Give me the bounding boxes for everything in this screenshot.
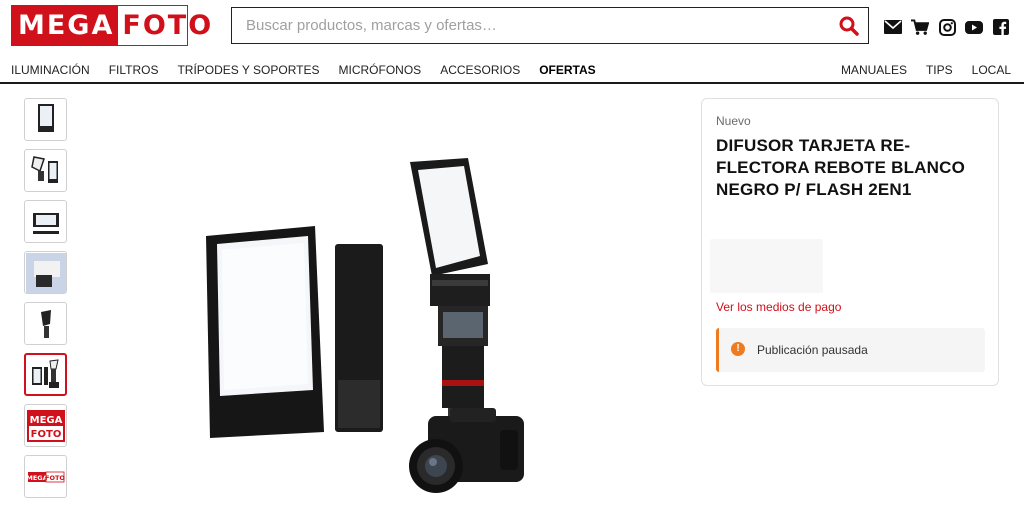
payment-methods-link[interactable]: Ver los medios de pago: [716, 300, 841, 314]
warning-icon: !: [731, 342, 745, 356]
logo-text-foto: FOTO: [122, 10, 214, 41]
youtube-icon[interactable]: [965, 18, 983, 36]
nav-item-tips[interactable]: TIPS: [926, 63, 953, 77]
thumbnail-6-selected[interactable]: [24, 353, 67, 396]
site-header: MEGA FOTO ILUMINACIÓN FILTROS T: [0, 0, 1024, 84]
cart-icon[interactable]: [911, 18, 929, 36]
nav-item-local[interactable]: LOCAL: [972, 63, 1011, 77]
nav-item-tripodes[interactable]: TRÍPODES Y SOPORTES: [177, 63, 319, 77]
svg-text:MEGA: MEGA: [29, 415, 62, 426]
logo-text-mega: MEGA: [12, 6, 119, 45]
search-icon: [839, 16, 859, 36]
price-placeholder: [710, 239, 823, 293]
thumbnail-gallery: MEGA FOTO MEGA FOTO: [24, 98, 67, 506]
megafoto-logo[interactable]: MEGA FOTO: [11, 5, 211, 46]
product-main-image[interactable]: [180, 140, 560, 506]
mail-icon[interactable]: [884, 18, 902, 36]
product-info-panel: Nuevo DIFUSOR TARJETA RE-FLECTORA REBOTE…: [701, 98, 999, 386]
nav-item-iluminacion[interactable]: ILUMINACIÓN: [11, 63, 90, 77]
nav-item-accesorios[interactable]: ACCESORIOS: [440, 63, 520, 77]
nav-item-microfonos[interactable]: MICRÓFONOS: [339, 63, 422, 77]
facebook-icon[interactable]: [992, 18, 1010, 36]
flash-reflector-illustration: [410, 158, 490, 416]
thumbnail-5[interactable]: [24, 302, 67, 345]
product-condition: Nuevo: [716, 114, 751, 128]
header-icons: [884, 18, 1010, 36]
thumbnail-3[interactable]: [24, 200, 67, 243]
thumbnail-7[interactable]: MEGA FOTO: [24, 404, 67, 447]
camera-illustration: [409, 408, 524, 493]
product-title: DIFUSOR TARJETA RE-FLECTORA REBOTE BLANC…: [716, 136, 966, 199]
thumbnail-1[interactable]: [24, 98, 67, 141]
search-input[interactable]: [232, 8, 830, 43]
svg-text:FOTO: FOTO: [30, 429, 61, 440]
category-nav: ILUMINACIÓN FILTROS TRÍPODES Y SOPORTES …: [11, 63, 596, 77]
nav-item-manuales[interactable]: MANUALES: [841, 63, 907, 77]
paused-listing-message: Publicación pausada: [757, 343, 868, 357]
svg-text:FOTO: FOTO: [45, 474, 65, 482]
search-bar: [231, 7, 869, 44]
instagram-icon[interactable]: [938, 18, 956, 36]
thumbnail-8[interactable]: MEGA FOTO: [24, 455, 67, 498]
thumbnail-2[interactable]: [24, 149, 67, 192]
velcro-strap-illustration: [335, 244, 383, 432]
diffuser-card-illustration: [206, 226, 324, 438]
search-button[interactable]: [830, 8, 868, 43]
secondary-nav: MANUALES TIPS LOCAL: [841, 63, 1011, 77]
paused-listing-alert: ! Publicación pausada: [716, 328, 985, 372]
thumbnail-4[interactable]: [24, 251, 67, 294]
nav-item-ofertas[interactable]: OFERTAS: [539, 63, 595, 77]
nav-item-filtros[interactable]: FILTROS: [109, 63, 159, 77]
